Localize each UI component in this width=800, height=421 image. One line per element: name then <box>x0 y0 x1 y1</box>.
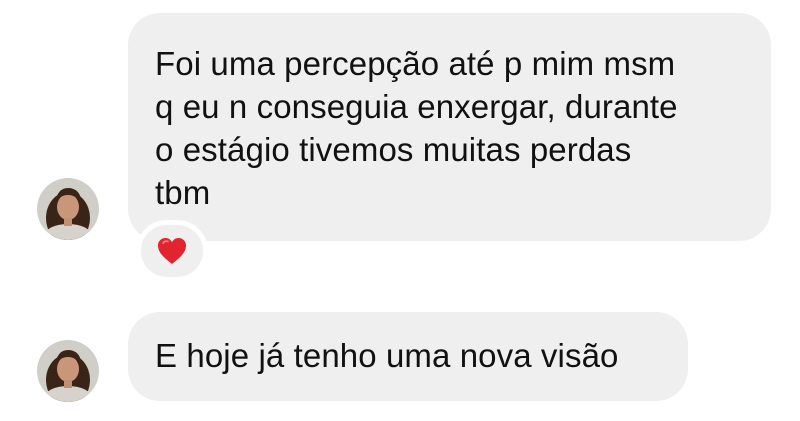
avatar[interactable] <box>37 340 99 402</box>
profile-photo <box>37 178 99 240</box>
profile-photo <box>37 340 99 402</box>
message-text-line: Foi uma percepção até p mim msm <box>155 45 676 82</box>
message-bubble[interactable]: E hoje já tenho uma nova visão <box>128 312 688 401</box>
reaction-badge[interactable] <box>136 220 208 282</box>
message-text-line: tbm <box>155 174 211 211</box>
message-text-line: o estágio tivemos muitas perdas <box>155 131 632 168</box>
message-text-line: E hoje já tenho uma nova visão <box>155 337 619 374</box>
message-text-line: q eu n conseguia enxergar, durante <box>155 88 678 125</box>
heart-icon <box>157 237 187 265</box>
avatar[interactable] <box>37 178 99 240</box>
message-bubble[interactable]: Foi uma percepção até p mim msm q eu n c… <box>128 13 771 241</box>
